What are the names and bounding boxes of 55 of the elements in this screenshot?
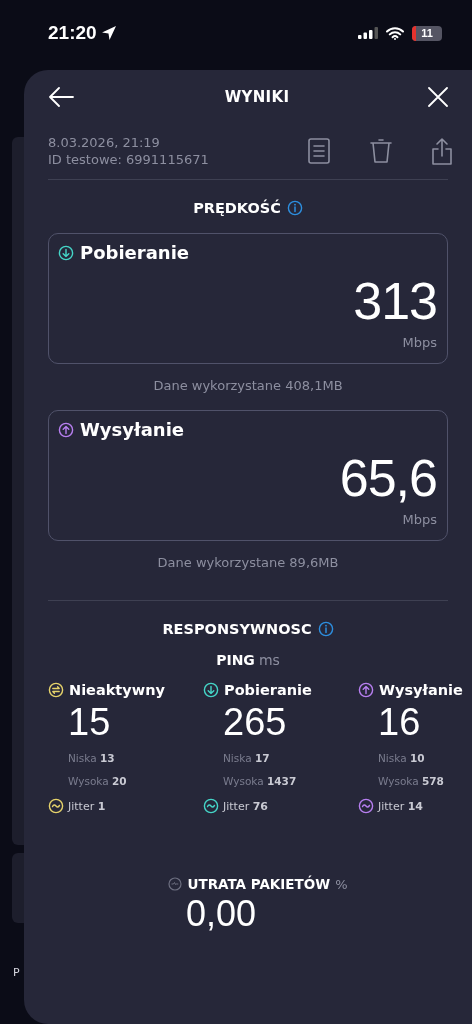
high-ping-text: Wysoka 1437 [223, 775, 298, 788]
ping-unit: ms [258, 652, 280, 668]
close-icon [428, 87, 448, 107]
share-button[interactable] [432, 137, 452, 165]
document-icon [308, 138, 330, 164]
document-button[interactable] [308, 138, 330, 164]
clock-time: 21:20 [48, 22, 97, 44]
ping-label: PING [216, 652, 255, 668]
back-button[interactable] [48, 87, 74, 107]
low-ping-text: Niska 13 [68, 752, 116, 765]
speed-unit: Mbps [402, 512, 437, 527]
data-used-text: Dane wykorzystane 89,6MB [157, 555, 339, 570]
high-ping-text: Wysoka 578 [378, 775, 445, 788]
packet-loss-icon [168, 877, 183, 891]
jitter-text: Jitter 1 [68, 799, 106, 813]
share-icon [432, 137, 452, 165]
test-date: 8.03.2026, 21:19 [48, 134, 161, 151]
jitter-text: Jitter 14 [378, 799, 424, 813]
speed-label: Pobieranie [80, 242, 190, 263]
speed-value: 65,6 [339, 450, 437, 506]
jitter-text: Jitter 76 [223, 799, 269, 813]
ping-value: 265 [223, 702, 288, 742]
test-id: ID testowe: 6991115671 [48, 151, 209, 168]
section-title: RESPONSYWNOSC [162, 621, 312, 637]
section-title: PRĘDKOŚĆ [193, 200, 281, 216]
location-arrow-icon [100, 25, 117, 41]
speed-label: Wysyłanie [80, 419, 185, 440]
speed-value: 313 [353, 273, 437, 329]
jitter-wave-icon [358, 798, 374, 814]
signal-icon [358, 27, 378, 39]
ping-type-label: Wysyłanie [379, 682, 463, 698]
battery-icon: 11 [412, 25, 442, 41]
ping-value: 15 [68, 702, 112, 742]
delete-button[interactable] [370, 138, 392, 164]
data-used-text: Dane wykorzystane 408,1MB [153, 378, 343, 393]
ping-type-label: Nieaktywny [69, 682, 165, 698]
low-ping-text: Niska 10 [378, 752, 426, 765]
high-ping-text: Wysoka 20 [68, 775, 128, 788]
screen-title: WYNIKI [224, 88, 290, 106]
ping-value: 16 [378, 702, 422, 742]
speed-unit: Mbps [402, 335, 437, 350]
packet-loss-unit: % [335, 876, 348, 892]
low-ping-text: Niska 17 [223, 752, 271, 765]
packet-loss-label: UTRATA PAKIETÓW [187, 876, 331, 892]
close-button[interactable] [428, 87, 448, 107]
info-icon[interactable] [286, 200, 303, 216]
info-icon[interactable] [317, 621, 334, 637]
wifi-icon [386, 26, 404, 40]
background-text: P [13, 966, 20, 979]
jitter-wave-icon [48, 798, 64, 814]
packet-loss-value: 0,00 [186, 894, 257, 934]
back-arrow-icon [48, 87, 74, 107]
trash-icon [370, 138, 392, 164]
jitter-wave-icon [203, 798, 219, 814]
ping-type-label: Pobieranie [224, 682, 312, 698]
